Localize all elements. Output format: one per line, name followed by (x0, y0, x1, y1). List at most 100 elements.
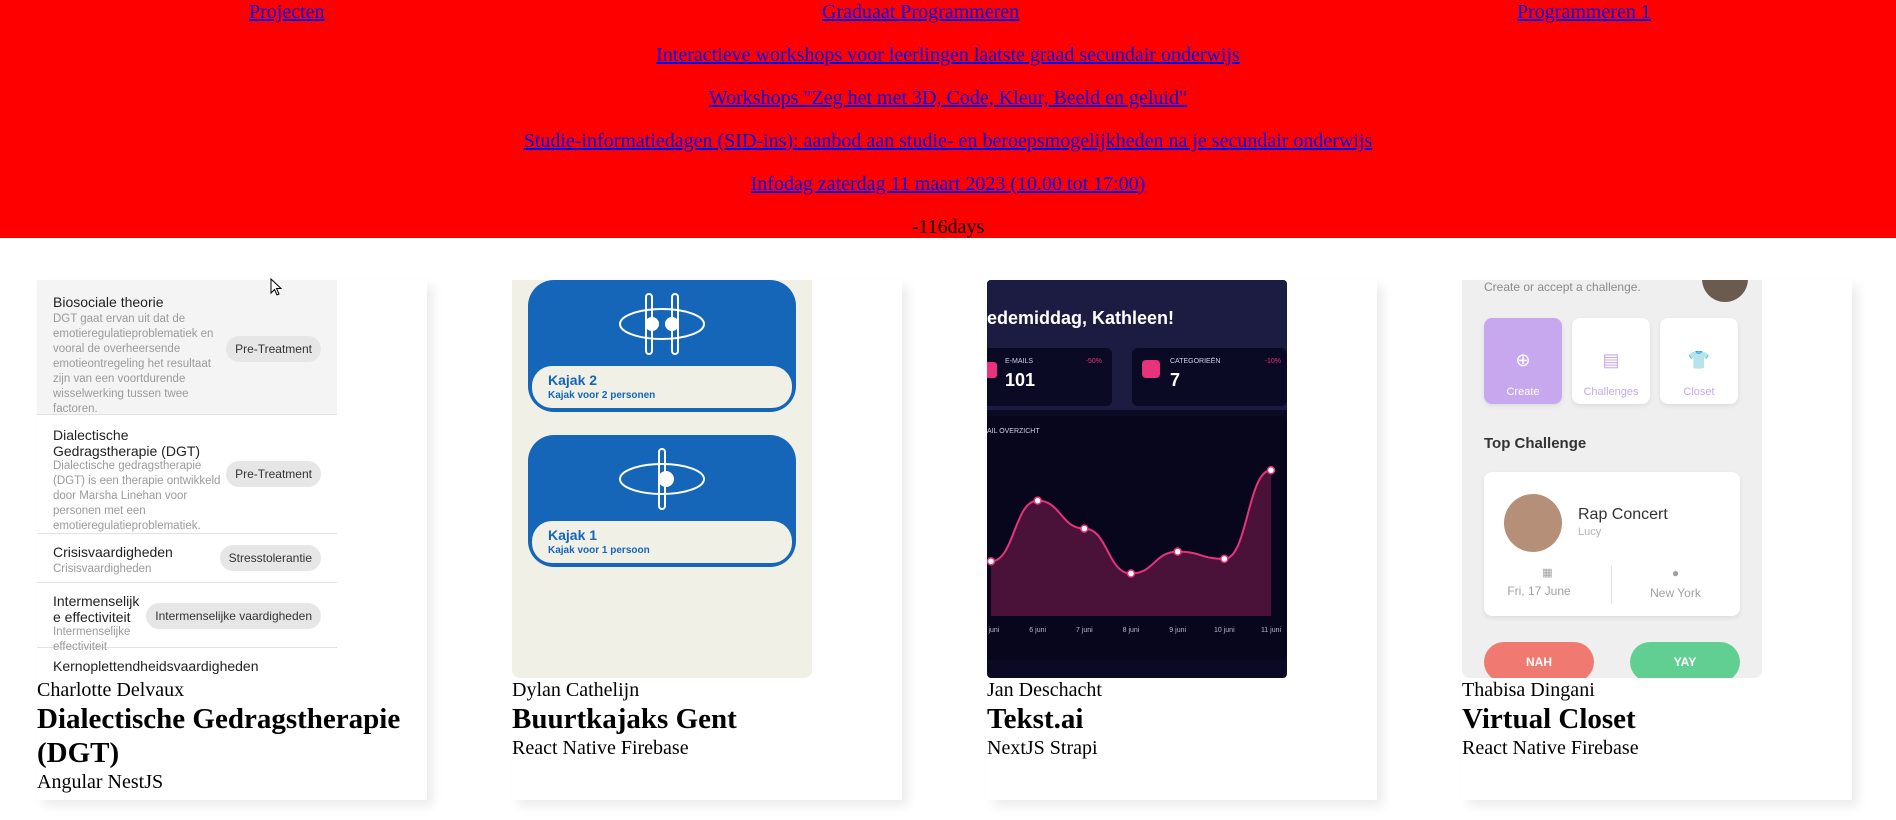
nav-link-graduaat-programmeren[interactable]: Graduaat Programmeren (822, 1, 1019, 24)
countdown-text: -116days (911, 216, 985, 238)
x-tick-label: 6 juni (1029, 627, 1046, 634)
challenge-date: Fri, 17 June (1507, 584, 1571, 598)
boat-card: Kajak 2 Kajak voor 2 personen (528, 280, 796, 412)
list-item-title: Kernoplettendheidsvaardigheden (53, 658, 259, 674)
kayak-icon (619, 448, 705, 510)
card-title: Tekst.ai (987, 703, 1084, 735)
project-screenshot: Create or accept a challenge. ⊕ Create ▤… (1462, 280, 1762, 678)
chart-point (987, 557, 996, 566)
chart-point (1126, 569, 1136, 578)
screen-subtitle: Create or accept a challenge. (1484, 280, 1641, 294)
x-tick-label: 7 juni (1076, 627, 1093, 634)
challenges-icon: ▤ (1602, 350, 1620, 370)
tile-create: ⊕ Create (1484, 318, 1562, 404)
tile-label: Challenges (1583, 386, 1639, 398)
x-tick-label: 10 juni (1214, 627, 1235, 634)
banner-link-row: Interactieve workshops voor leerlingen l… (0, 44, 1896, 67)
stat-value: 101 (1005, 370, 1036, 390)
card-author: Dylan Cathelijn (512, 679, 640, 701)
mouse-cursor-icon (270, 278, 282, 296)
calendar-icon: ▦ (1542, 567, 1553, 579)
list-item: Dialectische Gedragstherapie (DGT) Diale… (37, 415, 337, 534)
card-tech: NextJS Strapi (987, 737, 1098, 759)
card-tech: Angular NestJS (37, 771, 164, 793)
stat-card: E-MAILS 101 -50% (987, 348, 1112, 406)
card-tech: React Native Firebase (512, 737, 689, 759)
project-card[interactable]: Create or accept a challenge. ⊕ Create ▤… (1462, 280, 1852, 800)
nav-link-projecten[interactable]: Projecten (249, 1, 325, 24)
card-author: Charlotte Delvaux (37, 679, 185, 701)
boat-card-label: Kajak 1 Kajak voor 1 persoon (532, 521, 792, 563)
avatar (1702, 280, 1748, 302)
greeting-text: edemiddag, Kathleen! (987, 308, 1175, 328)
list-item-title: Biosociale theorie (53, 294, 164, 310)
link-workshops-leerlingen[interactable]: Interactieve workshops voor leerlingen l… (656, 44, 1240, 66)
stat-delta: -10% (1264, 358, 1281, 365)
email-chart: 5 juni 6 juni 7 juni 8 juni 9 juni 10 juni 11 … (987, 466, 1281, 634)
chart-area (991, 470, 1271, 616)
avatar (1504, 494, 1562, 552)
chart-panel: AIL OVERZICHT 5 juni 6 juni 7 juni 8 juni 9 … (987, 416, 1287, 660)
list-item: Intermenselijk e effectiviteit Intermens… (37, 583, 337, 653)
x-tick-label: 8 juni (1123, 627, 1140, 634)
section-heading: Top Challenge (1484, 435, 1587, 452)
project-screenshot: Biosociale theorie DGT gaat ervan uit da… (37, 280, 337, 678)
shirt-icon: 👕 (1687, 350, 1711, 370)
card-title: Buurtkajaks Gent (512, 703, 737, 735)
tag-badge: Pre-Treatment (226, 336, 321, 362)
tile-label: Closet (1683, 386, 1715, 398)
boat-subtitle: Kajak voor 1 persoon (548, 545, 650, 556)
project-screenshot: Kajak 2 Kajak voor 2 personen Kajak 1 Ka… (512, 280, 812, 678)
top-nav: Projecten Graduaat Programmeren Programm… (0, 0, 1896, 28)
tile-label: Create (1506, 386, 1540, 398)
stat-delta: -50% (1085, 358, 1102, 365)
project-screenshot: edemiddag, Kathleen! E-MAILS 101 -50% CA… (987, 280, 1287, 678)
plus-icon: ⊕ (1515, 350, 1531, 370)
stat-value: 7 (1170, 370, 1181, 390)
list-item: Crisisvaardigheden Crisisvaardigheden St… (37, 534, 337, 583)
challenge-card: Rap Concert Lucy ▦ Fri, 17 June ● New Yo… (1484, 472, 1740, 616)
mail-icon (987, 362, 997, 378)
list-item-description: Crisisvaardigheden (53, 563, 152, 575)
card-tech: React Native Firebase (1462, 737, 1639, 759)
project-card[interactable]: Biosociale theorie DGT gaat ervan uit da… (37, 280, 427, 800)
banner-link-row: Infodag zaterdag 11 maart 2023 (10.00 to… (0, 173, 1896, 196)
chart-point (1080, 524, 1089, 533)
card-meta: Jan Deschacht Tekst.ai NextJS Strapi (987, 678, 1387, 760)
header-banner: Projecten Graduaat Programmeren Programm… (0, 0, 1896, 238)
chart-point (1220, 554, 1229, 564)
nav-link-programmeren-1[interactable]: Programmeren 1 (1517, 1, 1651, 24)
link-infodag[interactable]: Infodag zaterdag 11 maart 2023 (10.00 to… (751, 173, 1146, 195)
chart-point (1033, 496, 1042, 505)
kayak-icon (619, 293, 705, 355)
list-item-title: Crisisvaardigheden (53, 544, 173, 560)
project-card[interactable]: Kajak 2 Kajak voor 2 personen Kajak 1 Ka… (512, 280, 902, 800)
grid-icon (1142, 360, 1160, 378)
tile-closet: 👕 Closet (1660, 318, 1738, 404)
x-tick-label: 9 juni (1169, 627, 1186, 634)
card-author: Thabisa Dingani (1462, 679, 1595, 701)
boat-card: Kajak 1 Kajak voor 1 persoon (528, 435, 796, 567)
boat-name: Kajak 2 (548, 372, 598, 388)
list-item-description: Dialectische gedragstherapie (DGT) is ee… (53, 460, 221, 532)
location-pin-icon: ● (1671, 566, 1680, 580)
challenge-name: Rap Concert (1578, 506, 1668, 523)
tile-challenges: ▤ Challenges (1572, 318, 1650, 404)
card-title: Virtual Closet (1462, 703, 1636, 735)
challenge-location: New York (1650, 586, 1701, 600)
challenge-user: Lucy (1578, 526, 1602, 538)
card-meta: Dylan Cathelijn Buurtkajaks Gent React N… (512, 678, 912, 760)
link-studie-informatiedagen[interactable]: Studie-informatiedagen (SID-ins): aanbod… (524, 130, 1373, 152)
link-workshops-3d[interactable]: Workshops "Zeg het met 3D, Code, Kleur, … (709, 87, 1187, 109)
list-item: Kernoplettendheidsvaardigheden (37, 648, 337, 678)
list-item-title: Intermenselijk e effectiviteit (53, 593, 140, 625)
boat-subtitle: Kajak voor 2 personen (548, 390, 656, 401)
list-item-description: DGT gaat ervan uit dat de emotieregulati… (53, 313, 214, 415)
stat-label: E-MAILS (1005, 358, 1034, 365)
tag-badge: Pre-Treatment (226, 461, 321, 487)
tag-badge: Stresstolerantie (219, 545, 321, 571)
list-item-title: Dialectische Gedragstherapie (DGT) (53, 427, 201, 459)
project-card[interactable]: edemiddag, Kathleen! E-MAILS 101 -50% CA… (987, 280, 1377, 800)
banner-link-row: Workshops "Zeg het met 3D, Code, Kleur, … (0, 87, 1896, 110)
stat-label: CATEGORIEËN (1170, 358, 1221, 365)
